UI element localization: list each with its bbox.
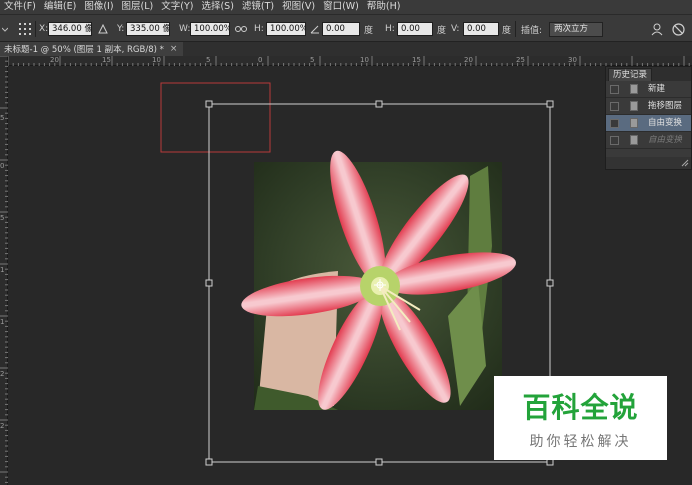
ruler-label: 2 <box>0 422 5 430</box>
v-skew-label: V: <box>451 24 460 34</box>
relative-position-icon[interactable] <box>98 15 108 43</box>
ruler-label: 10 <box>360 56 369 64</box>
height-input[interactable]: 100.00% <box>266 22 306 36</box>
interpolation-label: 插值: <box>521 25 543 36</box>
history-panel-tabbar: 历史记录 <box>606 67 691 81</box>
history-source-checkbox[interactable] <box>610 136 619 145</box>
document-state-icon <box>630 135 638 145</box>
ruler-label: 15 <box>102 56 111 64</box>
rotate-unit: 度 <box>364 25 374 36</box>
red-marquee-box <box>160 82 271 153</box>
history-item[interactable]: 新建 <box>606 81 691 98</box>
vertical-ruler: 5 0 5 1 1 2 2 <box>0 56 8 485</box>
history-item-label: 新建 <box>648 84 666 94</box>
x-input[interactable]: 346.00 像 <box>48 22 92 36</box>
options-bar: X: 346.00 像 Y: 335.00 像 W: 100.00% H: 10… <box>0 14 692 42</box>
document-state-icon <box>630 118 638 128</box>
history-item-dimmed[interactable]: 自由变换 <box>606 132 691 149</box>
h-label: H: <box>254 24 264 34</box>
history-item-label: 自由变换 <box>648 118 683 128</box>
menu-edit[interactable]: 编辑(E) <box>40 0 80 14</box>
history-panel: 历史记录 新建 拖移图层 自由变换 自由变换 <box>605 66 692 170</box>
cancel-transform-icon[interactable] <box>672 15 685 43</box>
document-tab-title: 未标题-1 @ 50% (图层 1 副本, RGB/8) * <box>4 45 164 55</box>
rotate-angle-icon <box>310 15 320 43</box>
menu-type[interactable]: 文字(Y) <box>157 0 197 14</box>
menu-filter[interactable]: 滤镜(T) <box>238 0 278 14</box>
y-input[interactable]: 335.00 像 <box>126 22 170 36</box>
history-item-label: 自由变换 <box>648 135 683 145</box>
menu-view[interactable]: 视图(V) <box>278 0 319 14</box>
history-tab[interactable]: 历史记录 <box>608 68 653 81</box>
warp-mode-icon[interactable] <box>650 15 664 43</box>
document-tab[interactable]: 未标题-1 @ 50% (图层 1 副本, RGB/8) * × <box>0 42 183 56</box>
reference-point-icon[interactable] <box>18 15 32 43</box>
history-item-selected[interactable]: 自由变换 <box>606 115 691 132</box>
link-proportions-icon[interactable] <box>235 15 247 43</box>
history-source-checkbox[interactable] <box>610 119 619 128</box>
ruler-label: 1 <box>0 318 5 326</box>
v-skew-unit: 度 <box>502 25 512 36</box>
ruler-label: 20 <box>464 56 473 64</box>
panel-resize-icon[interactable] <box>681 159 689 167</box>
menu-select[interactable]: 选择(S) <box>197 0 237 14</box>
ruler-label: 5 <box>0 114 5 122</box>
menu-window[interactable]: 窗口(W) <box>319 0 363 14</box>
rotate-input[interactable]: 0.00 <box>322 22 360 36</box>
menu-layer[interactable]: 图层(L) <box>118 0 158 14</box>
v-skew-input[interactable]: 0.00 <box>463 22 499 36</box>
ruler-label: 1 <box>0 266 5 274</box>
width-input[interactable]: 100.00% <box>190 22 230 36</box>
ruler-label: 15 <box>412 56 421 64</box>
ruler-label: 2 <box>0 370 5 378</box>
tool-preset-chevron-icon[interactable] <box>2 15 8 43</box>
h-skew-input[interactable]: 0.00 <box>397 22 433 36</box>
history-item-label: 拖移图层 <box>648 101 683 111</box>
menu-file[interactable]: 文件(F) <box>0 0 40 14</box>
h-skew-label: H: <box>385 24 395 34</box>
document-state-icon <box>630 101 638 111</box>
options-separator <box>515 21 516 37</box>
close-icon[interactable]: × <box>170 44 178 54</box>
ruler-label: 5 <box>310 56 315 64</box>
ruler-label: 5 <box>206 56 211 64</box>
interpolation-select[interactable]: 两次立方 <box>549 21 603 37</box>
options-separator <box>35 21 36 37</box>
history-source-checkbox[interactable] <box>610 102 619 111</box>
ruler-label: 10 <box>152 56 161 64</box>
ruler-label: 25 <box>516 56 525 64</box>
menu-help[interactable]: 帮助(H) <box>363 0 405 14</box>
ruler-label: 0 <box>0 162 5 170</box>
history-source-checkbox[interactable] <box>610 85 619 94</box>
h-skew-unit: 度 <box>437 25 447 36</box>
flower-photo <box>241 150 516 410</box>
ruler-label: 30 <box>568 56 577 64</box>
history-item[interactable]: 拖移图层 <box>606 98 691 115</box>
document-tab-strip: 未标题-1 @ 50% (图层 1 副本, RGB/8) * × <box>0 42 692 56</box>
menu-image[interactable]: 图像(I) <box>80 0 117 14</box>
ruler-label: 20 <box>50 56 59 64</box>
x-label: X: <box>39 24 49 34</box>
watermark-subtitle: 助你轻松解决 <box>529 434 632 450</box>
watermark-title: 百科全说 <box>522 391 639 424</box>
document-state-icon <box>630 84 638 94</box>
ruler-label: 0 <box>258 56 263 64</box>
horizontal-ruler: 20 15 10 5 0 5 10 15 20 25 30 <box>8 56 692 66</box>
watermark-logo: 百科全说 助你轻松解决 <box>494 376 667 460</box>
history-panel-footer <box>606 157 691 169</box>
y-label: Y: <box>117 24 125 34</box>
menu-bar: 文件(F) 编辑(E) 图像(I) 图层(L) 文字(Y) 选择(S) 滤镜(T… <box>0 0 692 14</box>
w-label: W: <box>179 24 191 34</box>
ruler-label: 5 <box>0 214 5 222</box>
